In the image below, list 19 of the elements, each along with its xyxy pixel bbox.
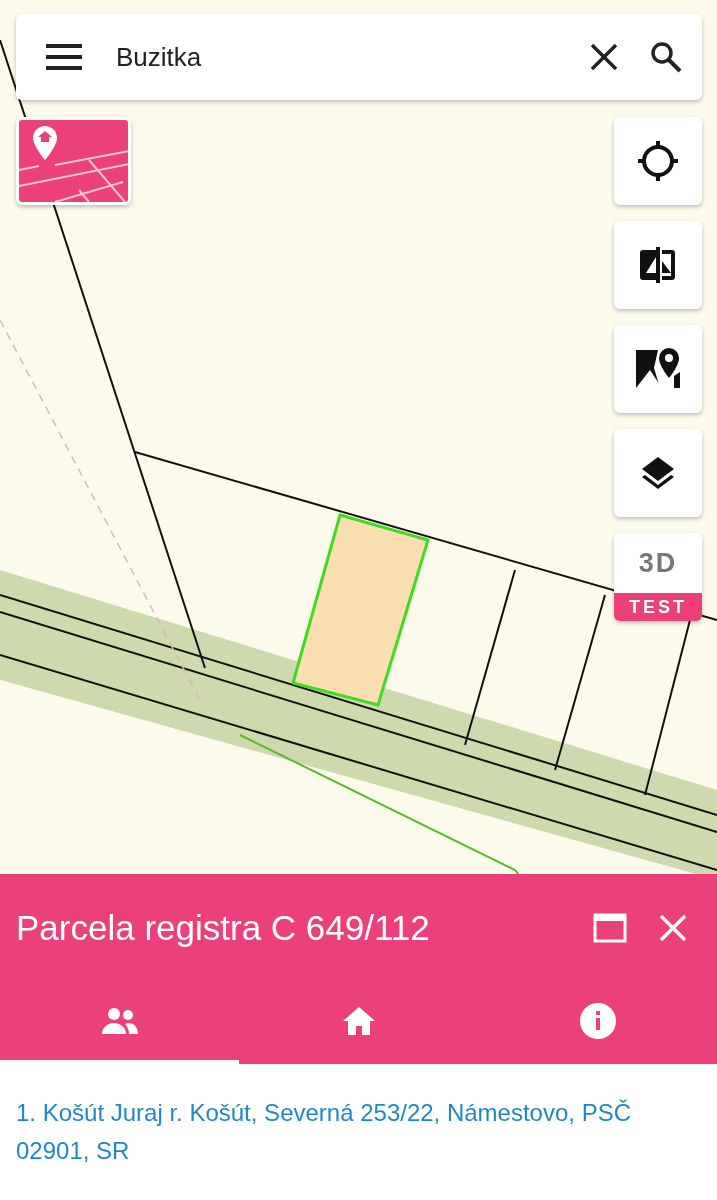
- close-icon: [590, 43, 618, 71]
- layers-button[interactable]: [614, 429, 702, 517]
- owner-link[interactable]: 1. Košút Juraj r. Košút, Severná 253/22, Námestovo, PSČ 02901, SR: [16, 1094, 701, 1170]
- info-icon: [579, 1003, 616, 1039]
- panel-title: Parcela registra C 649/112: [16, 908, 431, 948]
- 3d-button[interactable]: 3D TEST: [614, 533, 702, 621]
- crosshair-icon: [636, 139, 680, 183]
- search-bar[interactable]: Buzitka: [16, 14, 702, 100]
- menu-icon: [46, 44, 82, 70]
- search-field[interactable]: Buzitka: [108, 37, 564, 77]
- google-maps-button[interactable]: [614, 325, 702, 413]
- window-icon: [593, 913, 627, 943]
- people-icon: [100, 1007, 139, 1035]
- close-icon: [659, 914, 687, 942]
- locate-button[interactable]: [614, 117, 702, 205]
- basemap-button[interactable]: [16, 117, 131, 205]
- search-icon: [650, 41, 682, 73]
- test-badge: TEST: [614, 593, 702, 621]
- compare-button[interactable]: [614, 221, 702, 309]
